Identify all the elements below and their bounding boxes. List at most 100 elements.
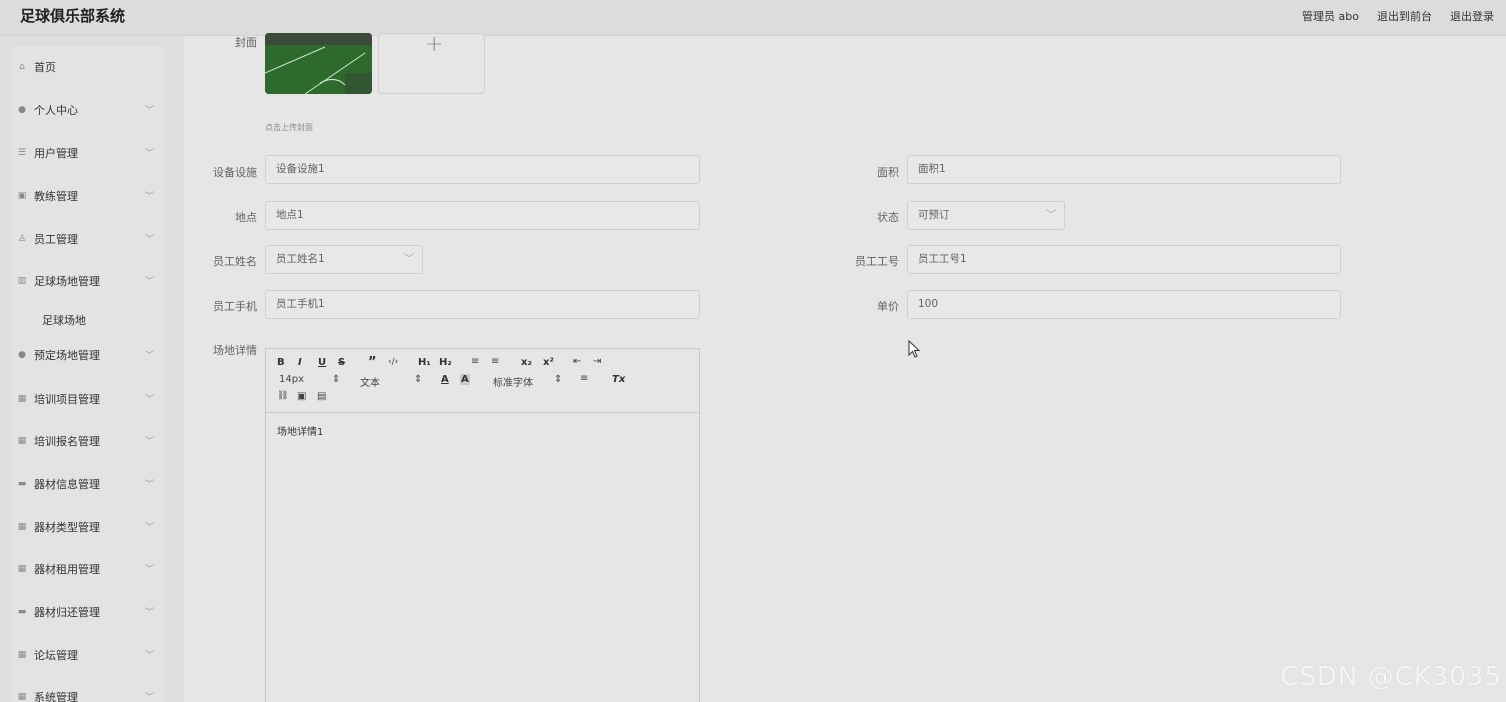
indent-icon[interactable]: ⇥ (593, 356, 601, 367)
chevron-down-icon: ﹀ (144, 437, 154, 447)
chevron-down-icon: ﹀ (144, 608, 154, 618)
sidebar-item-label: 个人中心 (34, 104, 78, 117)
code-icon[interactable]: ‹/› (388, 357, 398, 367)
sort-icon: ⇕ (554, 374, 563, 385)
outdent-icon[interactable]: ⇤ (573, 356, 581, 367)
sidebar-item-label: 系统管理 (34, 691, 78, 702)
person-icon: ♙ (17, 234, 27, 244)
upload-button[interactable]: + (378, 32, 485, 94)
subscript-icon[interactable]: x₂ (521, 357, 532, 368)
chevron-down-icon: ﹀ (1046, 210, 1056, 221)
user-icon: ● (18, 105, 26, 115)
status-select[interactable]: 可预订 ﹀ (907, 201, 1065, 230)
status-value: 可预订 (918, 209, 950, 221)
staff-name-value: 员工姓名1 (276, 253, 325, 265)
cover-label: 封面 (235, 36, 257, 49)
sidebar-item-label: 员工管理 (34, 233, 78, 246)
mouse-cursor-icon (908, 340, 921, 358)
sidebar-item-equipment-type[interactable]: ▦ 器材类型管理 ﹀ (16, 517, 156, 537)
chevron-down-icon: ﹀ (144, 565, 154, 575)
location-input[interactable]: 地点1 (265, 201, 700, 230)
sidebar-item-coaches[interactable]: ▣ 教练管理 ﹀ (16, 186, 156, 206)
sidebar-item-home[interactable]: ⌂ 首页 (16, 57, 156, 77)
detail-label: 场地详情 (213, 344, 257, 357)
chevron-down-icon: ﹀ (144, 106, 154, 116)
grid-icon: ▦ (17, 692, 27, 702)
rich-text-editor: B I U S ” ‹/› H₁ H₂ ≡ ≡ x₂ x² ⇤ ⇥ 14px ⇕… (265, 348, 700, 702)
quote-icon[interactable]: ” (368, 355, 377, 370)
text-color-icon[interactable]: A (441, 374, 449, 385)
chevron-down-icon: ﹀ (144, 351, 154, 361)
sidebar-item-label: 论坛管理 (34, 649, 78, 662)
area-label: 面积 (877, 166, 899, 179)
font-family-select[interactable]: 标准字体 (493, 374, 533, 389)
header-actions: 管理员 abo 退出到前台 退出登录 (1302, 8, 1494, 24)
grid-icon: ▦ (17, 436, 27, 446)
font-size-select[interactable]: 14px (279, 374, 304, 385)
sort-icon: ⇕ (414, 374, 423, 385)
price-input[interactable]: 100 (907, 290, 1341, 319)
sidebar-item-equipment[interactable]: ▬ 器材信息管理 ﹀ (16, 474, 156, 494)
superscript-icon[interactable]: x² (543, 357, 554, 368)
sidebar-item-label: 培训报名管理 (34, 435, 100, 448)
h1-icon[interactable]: H₁ (418, 357, 431, 368)
bold-icon[interactable]: B (277, 357, 285, 368)
header-select[interactable]: 文本 (360, 374, 380, 389)
editor-toolbar: B I U S ” ‹/› H₁ H₂ ≡ ≡ x₂ x² ⇤ ⇥ 14px ⇕… (266, 349, 699, 413)
ordered-list-icon[interactable]: ≡ (471, 356, 479, 367)
sidebar-item-label: 首页 (34, 61, 56, 74)
area-input[interactable]: 面积1 (907, 155, 1341, 184)
submenu-item-field[interactable]: 足球场地 (42, 312, 86, 328)
monitor-icon: ▬ (17, 607, 27, 617)
sidebar-item-label: 预定场地管理 (34, 349, 100, 362)
h2-icon[interactable]: H₂ (439, 357, 452, 368)
sidebar-item-personal[interactable]: ● 个人中心 ﹀ (16, 100, 156, 120)
sidebar-item-system[interactable]: ▦ 系统管理 ﹀ (16, 687, 156, 702)
clear-format-icon[interactable]: Tx (612, 374, 625, 385)
staff-no-input[interactable]: 员工工号1 (907, 245, 1341, 274)
to-front-link[interactable]: 退出到前台 (1377, 8, 1432, 24)
strike-icon[interactable]: S (338, 357, 345, 368)
sidebar-item-label: 足球场地管理 (34, 275, 100, 288)
background-color-icon[interactable]: A (460, 374, 470, 385)
chevron-down-icon: ﹀ (404, 254, 414, 265)
staff-phone-input[interactable]: 员工手机1 (265, 290, 700, 319)
facility-input[interactable]: 设备设施1 (265, 155, 700, 184)
chevron-down-icon: ﹀ (144, 480, 154, 490)
sidebar-item-training[interactable]: ▦ 培训项目管理 ﹀ (16, 389, 156, 409)
chevron-down-icon: ﹀ (144, 523, 154, 533)
sidebar-item-staff[interactable]: ♙ 员工管理 ﹀ (16, 229, 156, 249)
staff-name-label: 员工姓名 (213, 255, 257, 268)
sidebar-item-label: 器材信息管理 (34, 478, 100, 491)
chevron-down-icon: ﹀ (144, 149, 154, 159)
editor-content[interactable]: 场地详情1 (277, 423, 323, 438)
sidebar-item-rental[interactable]: ▦ 器材租用管理 ﹀ (16, 559, 156, 579)
image-icon[interactable]: ▣ (297, 391, 306, 402)
location-icon: ● (18, 350, 26, 360)
sidebar-item-fields[interactable]: ▥ 足球场地管理 ﹀ (16, 271, 156, 291)
staff-name-select[interactable]: 员工姓名1 ﹀ (265, 245, 423, 274)
sidebar-item-label: 用户管理 (34, 147, 78, 160)
sidebar-item-forum[interactable]: ▦ 论坛管理 ﹀ (16, 645, 156, 665)
sidebar-item-users[interactable]: ☰ 用户管理 ﹀ (16, 143, 156, 163)
underline-icon[interactable]: U (318, 357, 326, 368)
sidebar-item-booking[interactable]: ● 预定场地管理 ﹀ (16, 345, 156, 365)
sidebar-item-return[interactable]: ▬ 器材归还管理 ﹀ (16, 602, 156, 622)
sidebar-item-label: 教练管理 (34, 190, 78, 203)
italic-icon[interactable]: I (298, 357, 302, 368)
location-label: 地点 (235, 211, 257, 224)
cover-image[interactable] (265, 33, 372, 94)
briefcase-icon: ▣ (17, 191, 27, 201)
sidebar-item-label: 器材归还管理 (34, 606, 100, 619)
link-icon[interactable]: ⛓ (277, 391, 288, 401)
message-icon: ▬ (17, 479, 27, 489)
staff-no-label: 员工工号 (855, 255, 899, 268)
bullet-list-icon[interactable]: ≡ (491, 356, 499, 367)
align-icon[interactable]: ≡ (580, 373, 588, 384)
logout-link[interactable]: 退出登录 (1450, 8, 1494, 24)
sidebar-item-enroll[interactable]: ▦ 培训报名管理 ﹀ (16, 431, 156, 451)
plus-icon: + (425, 32, 444, 57)
video-icon[interactable]: ▤ (317, 391, 326, 402)
grid-icon: ▦ (17, 394, 27, 404)
chevron-down-icon: ﹀ (144, 651, 154, 661)
